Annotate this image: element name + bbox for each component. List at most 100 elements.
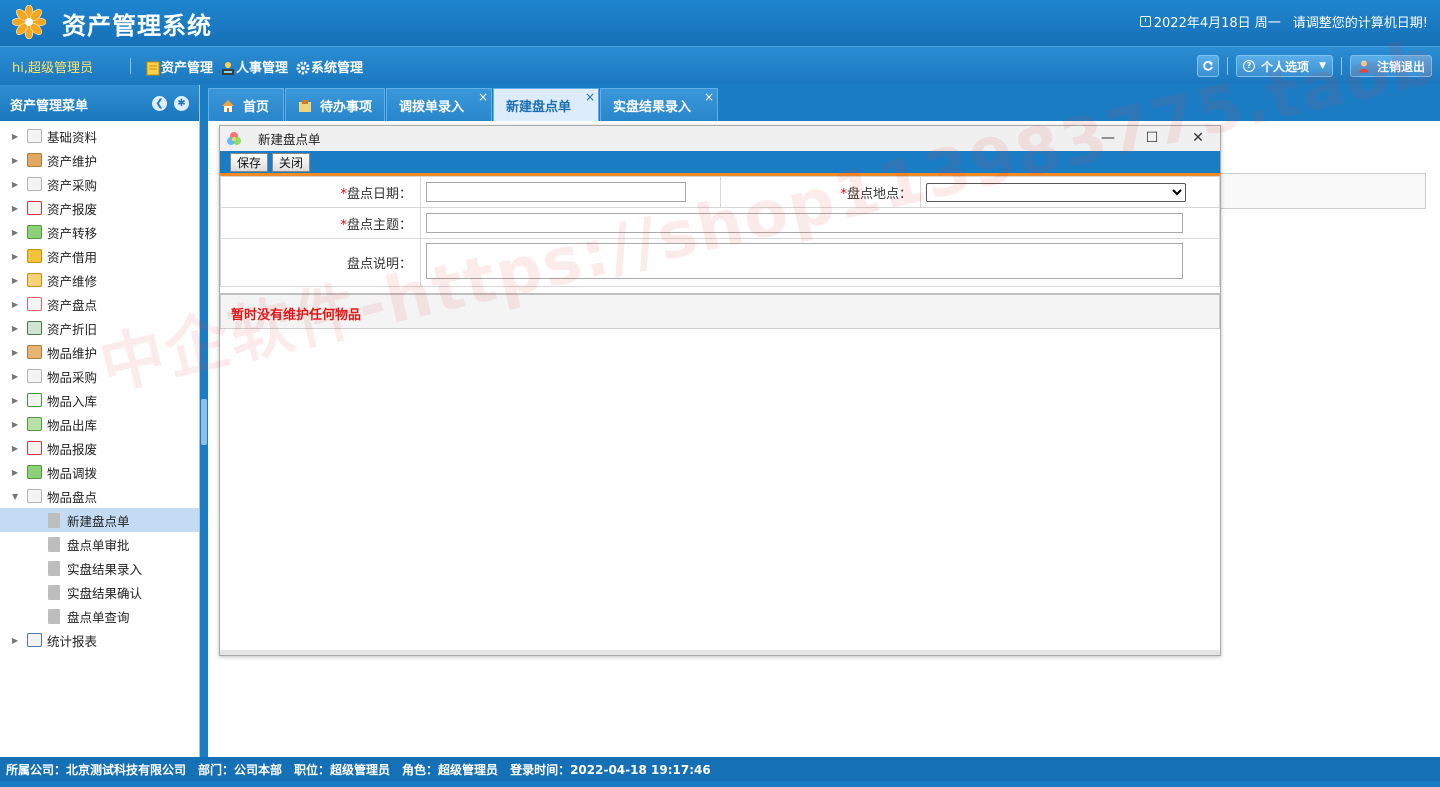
tab-label: 新建盘点单	[506, 99, 572, 115]
sidebar-item-goods-inbound[interactable]: ▶ 物品入库	[0, 388, 199, 412]
date-label-text: 盘点日期：	[346, 186, 412, 202]
nav-system-management[interactable]: 系统管理	[296, 57, 363, 76]
toolbar-divider	[1227, 57, 1229, 75]
transfer-icon	[27, 465, 42, 479]
sidebar-item-label: 物品入库	[47, 393, 98, 409]
sidebar-item-asset-borrow[interactable]: ▶ 资产借用	[0, 244, 199, 268]
expand-arrow-icon: ▶	[12, 323, 19, 333]
nav-asset-management[interactable]: 资产管理	[146, 57, 213, 76]
refresh-button[interactable]	[1197, 55, 1220, 77]
location-cell	[920, 176, 1220, 208]
tab-home[interactable]: 首页	[208, 88, 284, 121]
expand-arrow-icon: ▶	[12, 467, 19, 477]
close-button[interactable]: 关闭	[272, 152, 311, 172]
dialog-titlebar[interactable]: 新建盘点单 — ☐ ✕	[220, 126, 1220, 151]
logout-button[interactable]: 注销退出	[1349, 55, 1432, 77]
tab-close-icon[interactable]: ×	[704, 90, 714, 104]
inventory-description-textarea[interactable]	[426, 242, 1183, 279]
status-bar: 所属公司：北京测试科技有限公司 部门：公司本部 职位：超级管理员 角色：超级管理…	[0, 757, 1440, 781]
clock-icon	[1139, 16, 1151, 27]
tab-label: 实盘结果录入	[613, 99, 692, 115]
sidebar-item-asset-inventory[interactable]: ▶ 资产盘点	[0, 292, 199, 316]
expand-arrow-icon: ▶	[12, 443, 19, 453]
sidebar-item-goods-maintenance[interactable]: ▶ 物品维护	[0, 340, 199, 364]
sidebar-item-goods-allocation[interactable]: ▶ 物品调拨	[0, 460, 199, 484]
sidebar-item-asset-depreciation[interactable]: ▶ 资产折旧	[0, 316, 199, 340]
sidebar-item-goods-purchase[interactable]: ▶ 物品采购	[0, 364, 199, 388]
sidebar-item-label: 资产转移	[47, 225, 98, 241]
people-icon	[222, 62, 235, 75]
sidebar-item-label: 物品盘点	[47, 489, 98, 505]
expand-arrow-icon: ▶	[12, 371, 19, 381]
tab-transfer-entry[interactable]: 调拨单录入 ×	[386, 88, 492, 121]
subject-cell	[420, 207, 1220, 239]
toolbar-divider	[1340, 57, 1342, 75]
close-icon[interactable]: ✕	[1188, 129, 1208, 147]
app-title: 资产管理系统	[62, 12, 212, 40]
cart-remove-icon	[27, 201, 42, 215]
sidebar-item-asset-maintenance[interactable]: ▶ 资产维护	[0, 148, 199, 172]
file-icon	[48, 560, 60, 576]
sidebar-item-goods-scrap[interactable]: ▶ 物品报废	[0, 436, 199, 460]
subject-label-text: 盘点主题：	[346, 217, 412, 233]
cart-remove-icon	[27, 441, 42, 455]
save-button[interactable]: 保存	[230, 152, 269, 172]
chart-icon	[27, 633, 42, 647]
sidebar-item-label: 资产借用	[47, 249, 98, 265]
minimize-icon[interactable]: —	[1098, 129, 1118, 147]
cart-icon	[27, 369, 42, 383]
settings-gear-icon[interactable]: ✱	[174, 96, 189, 111]
sidebar-item-inventory-approval[interactable]: 盘点单审批	[0, 532, 199, 556]
todo-icon	[299, 99, 311, 112]
expand-arrow-icon: ▶	[12, 227, 19, 237]
sidebar-item-label: 统计报表	[47, 633, 98, 649]
sidebar-item-result-entry[interactable]: 实盘结果录入	[0, 556, 199, 580]
tab-label: 首页	[243, 99, 270, 115]
expand-arrow-icon: ▶	[12, 179, 19, 189]
expand-arrow-icon: ▶	[12, 395, 19, 405]
status-department: 部门：公司本部	[198, 762, 283, 777]
sidebar-item-label: 盘点单查询	[67, 609, 130, 625]
sidebar-item-new-inventory-sheet[interactable]: 新建盘点单	[0, 508, 199, 532]
nav-label: 人事管理	[236, 61, 289, 76]
color-wheel-icon	[227, 131, 241, 145]
inventory-subject-input[interactable]	[426, 213, 1183, 233]
cart-icon	[27, 177, 42, 191]
file-icon	[48, 584, 60, 600]
sidebar-item-asset-repair[interactable]: ▶ 资产维修	[0, 268, 199, 292]
package-icon	[27, 345, 42, 359]
maximize-icon[interactable]: ☐	[1142, 129, 1162, 147]
sidebar-item-asset-purchase[interactable]: ▶ 资产采购	[0, 172, 199, 196]
tab-new-inventory-sheet[interactable]: 新建盘点单 ×	[493, 88, 599, 121]
splitter-handle[interactable]	[201, 399, 207, 445]
sidebar-item-asset-transfer[interactable]: ▶ 资产转移	[0, 220, 199, 244]
sidebar-splitter[interactable]	[200, 85, 208, 757]
inventory-location-select[interactable]	[926, 182, 1186, 202]
sidebar-item-label: 资产维修	[47, 273, 98, 289]
sidebar-item-label: 新建盘点单	[67, 513, 130, 529]
help-icon: ?	[1243, 60, 1256, 72]
sidebar-item-label: 实盘结果确认	[67, 585, 143, 601]
sidebar-item-result-confirm[interactable]: 实盘结果确认	[0, 580, 199, 604]
borrow-icon	[27, 249, 42, 263]
sidebar-item-goods-inventory[interactable]: ▼ 物品盘点	[0, 484, 199, 508]
collapse-icon[interactable]: ❮	[152, 96, 167, 111]
file-icon	[48, 512, 60, 528]
nav-hr-management[interactable]: 人事管理	[221, 57, 288, 76]
sidebar-item-goods-outbound[interactable]: ▶ 物品出库	[0, 412, 199, 436]
gear-icon	[296, 61, 310, 75]
personal-options-button[interactable]: ? 个人选项 ▼	[1236, 55, 1333, 77]
sidebar-item-basic-data[interactable]: ▶ 基础资料	[0, 124, 199, 148]
status-position: 职位：超级管理员	[294, 762, 391, 777]
sidebar-item-statistics[interactable]: ▶ 统计报表	[0, 628, 199, 652]
tab-todo[interactable]: 待办事项	[285, 88, 385, 121]
tab-result-entry[interactable]: 实盘结果录入 ×	[600, 88, 718, 121]
tab-close-icon[interactable]: ×	[585, 90, 595, 104]
inventory-date-input[interactable]	[426, 182, 686, 202]
sidebar-item-label: 物品调拨	[47, 465, 98, 481]
sidebar-item-label: 实盘结果录入	[67, 561, 143, 577]
sidebar-item-inventory-query[interactable]: 盘点单查询	[0, 604, 199, 628]
tab-close-icon[interactable]: ×	[478, 90, 488, 104]
sidebar-item-asset-scrap[interactable]: ▶ 资产报废	[0, 196, 199, 220]
user-greeting: hi,超级管理员	[12, 61, 93, 76]
